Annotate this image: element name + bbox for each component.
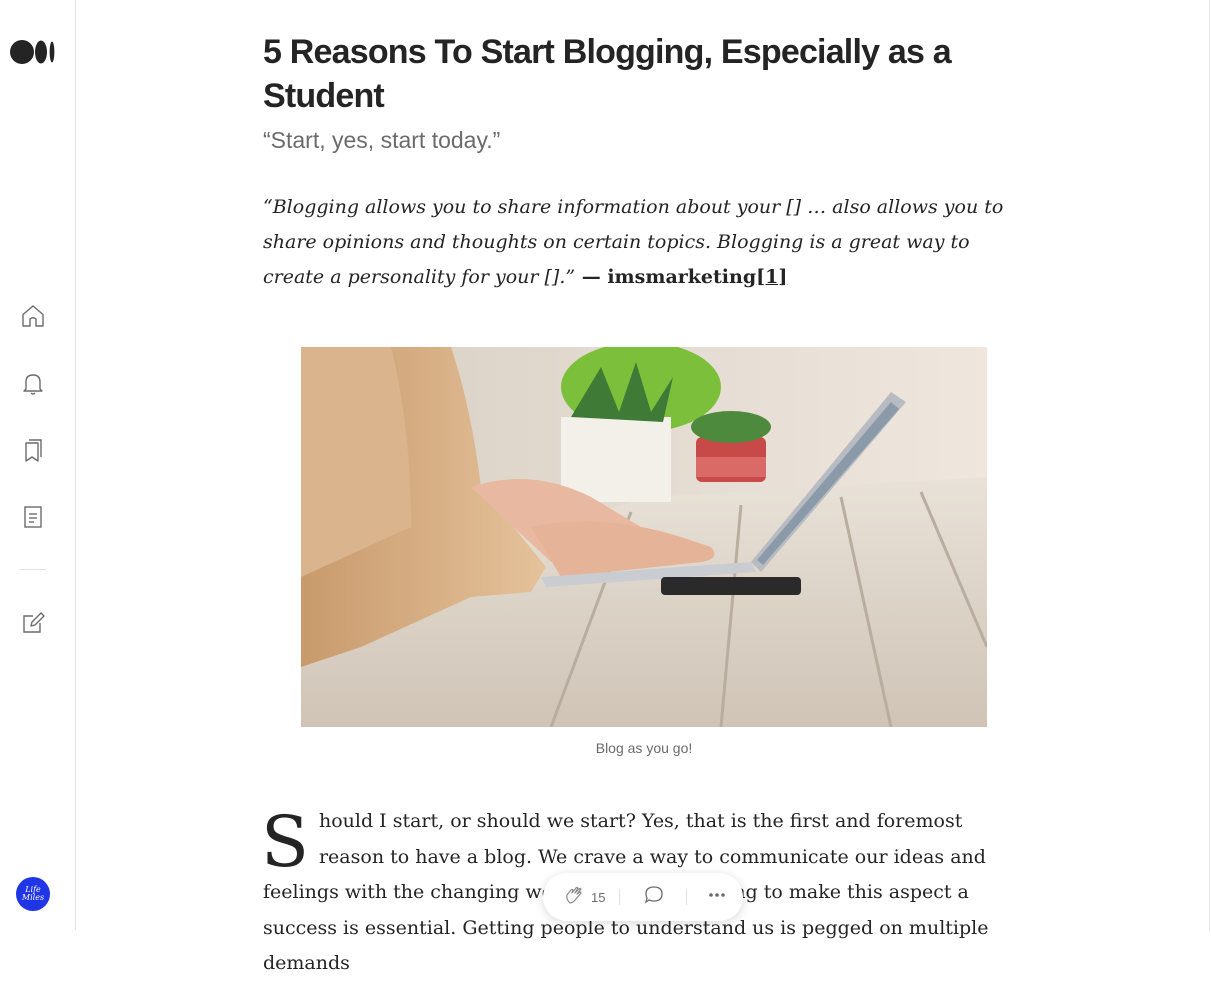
quote-reference-link[interactable]: [1] [756,266,787,288]
bell-icon[interactable] [20,370,46,396]
more-icon [705,883,729,912]
edit-icon[interactable] [20,610,46,636]
right-edge-divider [1209,0,1210,930]
avatar[interactable]: Life Miles [16,877,50,911]
article-title: 5 Reasons To Start Blogging, Especially … [263,33,952,115]
comment-icon [642,883,666,912]
article-quote: “Blogging allows you to share informatio… [263,190,1023,295]
left-nav-rail: Life Miles [0,0,76,930]
nav-divider [20,569,46,570]
article-image [301,347,987,727]
home-icon[interactable] [20,303,46,329]
clap-button[interactable]: 15 [563,883,605,912]
drop-cap: S [261,801,309,883]
floating-action-bar: 15 [543,873,743,921]
article-subtitle: “Start, yes, start today.” [263,127,501,153]
action-separator [686,889,688,905]
image-caption: Blog as you go! [595,740,693,756]
comment-button[interactable] [642,883,666,912]
document-icon[interactable] [20,504,46,530]
more-button[interactable] [705,883,729,912]
quote-source: — imsmarketing [575,266,757,288]
clap-count: 15 [591,889,606,905]
medium-logo[interactable] [10,38,56,66]
bookmarks-icon[interactable] [20,437,46,463]
avatar-text-line-2: Miles [21,893,45,902]
clap-icon [563,883,587,912]
action-separator [619,889,621,905]
